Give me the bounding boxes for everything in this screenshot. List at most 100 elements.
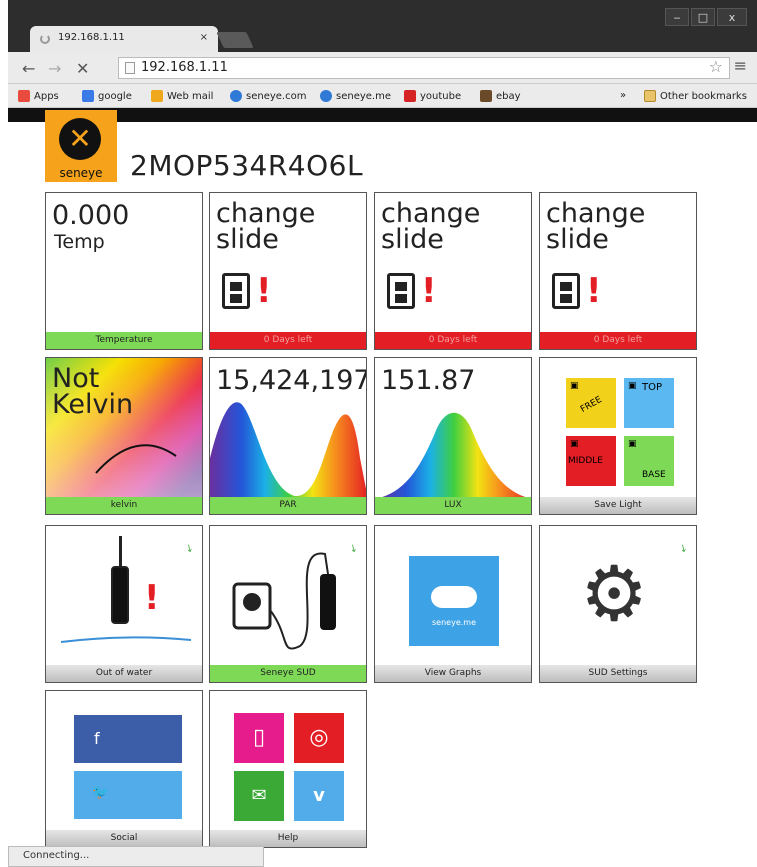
slot-middle[interactable]: ▣ MIDDLE — [566, 436, 616, 486]
tile-footer: Seneye SUD — [210, 665, 366, 682]
new-tab-button[interactable] — [216, 32, 254, 48]
alert-icon: ! — [421, 271, 437, 311]
loading-icon — [40, 34, 50, 44]
ebay-icon — [480, 90, 492, 102]
disk-icon: ▣ — [570, 439, 579, 449]
tile-footer: LUX — [375, 497, 531, 514]
status-text: Connecting... — [23, 850, 90, 861]
bookmark-web-mail[interactable]: Web mail — [151, 90, 213, 102]
back-icon[interactable]: ← — [22, 59, 35, 78]
bookmark-seneye-me[interactable]: seneye.me — [320, 90, 391, 102]
tile-kelvin[interactable]: Not Kelvin kelvin — [45, 357, 203, 515]
logo-text: seneye — [59, 166, 103, 180]
tile-footer: Save Light — [540, 497, 696, 514]
tile-footer: Temperature — [46, 332, 202, 349]
tab-192-168-1-11[interactable]: 192.168.1.11 × — [30, 26, 218, 52]
browser-window: 192.168.1.11 × ‒ □ x ← → ✕ 192.168.1.11 … — [0, 0, 757, 867]
stop-icon[interactable]: ✕ — [76, 59, 89, 78]
tile-sud-settings[interactable]: ⭏ ⚙ SUD Settings — [539, 525, 697, 683]
kelvin-curve — [95, 444, 177, 474]
tile-view-graphs[interactable]: seneye.me View Graphs — [374, 525, 532, 683]
lifebuoy-icon[interactable]: ◎ — [294, 713, 344, 763]
seneye-icon — [320, 90, 332, 102]
bookmarks-bar: Apps google Web mail seneye.com seneye.m… — [8, 84, 757, 108]
bookmark-label: youtube — [420, 90, 462, 102]
facebook-button[interactable]: f — [74, 715, 182, 763]
tile-footer: kelvin — [46, 497, 202, 514]
slot-top[interactable]: ▣ TOP — [624, 378, 674, 428]
tile-par[interactable]: 15,424,197. PAR — [209, 357, 367, 515]
slide-icon — [222, 273, 250, 309]
youtube-icon — [404, 90, 416, 102]
slide-icon — [552, 273, 580, 309]
tab-title: 192.168.1.11 — [58, 32, 125, 43]
close-window-button[interactable]: x — [717, 8, 747, 26]
email-icon[interactable]: ✉ — [234, 771, 284, 821]
tile-seneye-sud[interactable]: ⭏ Seneye SUD — [209, 525, 367, 683]
browser-toolbar: ← → ✕ 192.168.1.11 ☆ ≡ — [8, 52, 757, 84]
water-line — [60, 636, 192, 643]
tab-close-icon[interactable]: × — [200, 32, 208, 43]
chevron-right-icon[interactable]: » — [620, 90, 626, 101]
bookmark-label: google — [98, 90, 132, 102]
seneye-mark-icon: ✕ — [59, 118, 101, 160]
tile-footer: 0 Days left — [375, 332, 531, 349]
other-bookmarks-button[interactable]: Other bookmarks — [644, 90, 747, 102]
alert-icon: ! — [586, 271, 602, 311]
address-bar[interactable]: 192.168.1.11 — [118, 57, 730, 79]
page-icon — [125, 62, 135, 74]
bookmark-ebay[interactable]: ebay — [480, 90, 521, 102]
bookmark-youtube[interactable]: youtube — [404, 90, 461, 102]
tile-help[interactable]: ▯ ◎ ✉ v Help — [209, 690, 367, 848]
slide-line2: slide — [216, 224, 279, 255]
par-value: 15,424,197. — [216, 365, 367, 396]
apps-icon — [18, 90, 30, 102]
lux-value: 151.87 — [381, 365, 476, 396]
tile-save-light[interactable]: ▣ FREE ▣ TOP ▣ MIDDLE ▣ BASE Save Light — [539, 357, 697, 515]
tile-slide-2[interactable]: change slide ! 0 Days left — [374, 192, 532, 350]
bookmark-label: Apps — [34, 90, 59, 102]
bookmark-google[interactable]: google — [82, 90, 132, 102]
twitter-button[interactable]: 🐦 — [74, 771, 182, 819]
slot-label: FREE — [579, 394, 604, 416]
bookmark-label: seneye.me — [336, 90, 391, 102]
slot-free[interactable]: ▣ FREE — [566, 378, 616, 428]
mail-icon — [151, 90, 163, 102]
slide-line2: slide — [381, 224, 444, 255]
menu-icon[interactable]: ≡ — [734, 56, 747, 75]
bookmark-label: ebay — [496, 90, 521, 102]
tile-footer: SUD Settings — [540, 665, 696, 682]
phone-icon[interactable]: ▯ — [234, 713, 284, 763]
alert-icon: ! — [256, 271, 272, 311]
bookmark-label: Web mail — [167, 90, 214, 102]
tile-footer: 0 Days left — [210, 332, 366, 349]
vimeo-icon[interactable]: v — [294, 771, 344, 821]
tile-lux[interactable]: 151.87 LUX — [374, 357, 532, 515]
slot-label: MIDDLE — [568, 456, 603, 466]
tile-temperature[interactable]: 0.000 Temp Temperature — [45, 192, 203, 350]
disk-icon: ▣ — [628, 439, 637, 449]
slot-label: TOP — [642, 382, 663, 393]
slot-label: BASE — [642, 470, 666, 480]
window-left-edge — [0, 0, 8, 867]
bookmark-seneye-com[interactable]: seneye.com — [230, 90, 306, 102]
url-text: 192.168.1.11 — [141, 60, 228, 75]
tile-footer: View Graphs — [375, 665, 531, 682]
slot-base[interactable]: ▣ BASE — [624, 436, 674, 486]
tile-slide-3[interactable]: change slide ! 0 Days left — [539, 192, 697, 350]
bookmark-star-icon[interactable]: ☆ — [709, 57, 723, 76]
slide-line2: slide — [546, 224, 609, 255]
forward-icon[interactable]: → — [48, 59, 61, 78]
cloud-text: seneye.me — [432, 618, 476, 627]
seneye-icon — [230, 90, 242, 102]
tile-slide-1[interactable]: change slide ! 0 Days left — [209, 192, 367, 350]
tile-footer: Social — [46, 830, 202, 847]
tile-social[interactable]: f 🐦 Social — [45, 690, 203, 848]
tile-footer: PAR — [210, 497, 366, 514]
bookmark-apps[interactable]: Apps — [18, 90, 59, 102]
maximize-button[interactable]: □ — [691, 8, 715, 26]
tile-out-of-water[interactable]: ⭏ ! Out of water — [45, 525, 203, 683]
seneye-logo: ✕ seneye — [45, 110, 117, 182]
minimize-button[interactable]: ‒ — [665, 8, 689, 26]
temperature-label: Temp — [54, 231, 105, 253]
